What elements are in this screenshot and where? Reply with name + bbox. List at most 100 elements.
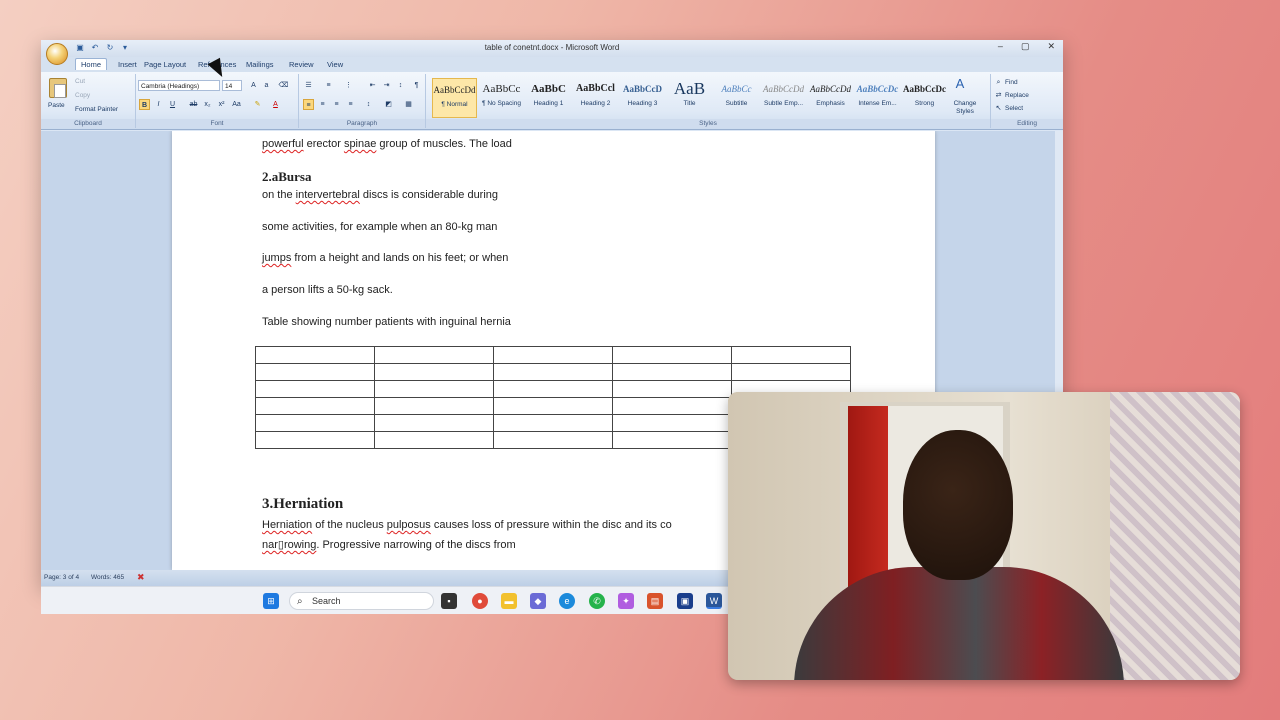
edge-icon[interactable]: e <box>559 593 575 609</box>
chrome-icon[interactable]: ● <box>472 593 488 609</box>
pdf-icon[interactable]: ▤ <box>647 593 663 609</box>
align-left-icon[interactable]: ≡ <box>303 99 314 110</box>
change-case-icon[interactable]: Aa <box>231 99 242 110</box>
table-cell[interactable] <box>612 414 732 432</box>
page-count[interactable]: Page: 3 of 4 <box>44 574 79 581</box>
justify-icon[interactable]: ≡ <box>345 99 356 110</box>
increase-indent-icon[interactable]: ⇥ <box>381 80 392 91</box>
font-size-select[interactable]: 14 <box>222 80 242 91</box>
store-icon[interactable]: ✦ <box>618 593 634 609</box>
tab-insert[interactable]: Insert <box>113 59 142 70</box>
table-cell[interactable] <box>255 346 375 364</box>
superscript-icon[interactable]: x² <box>216 99 227 110</box>
highlight-icon[interactable]: ✎ <box>252 99 263 110</box>
style-strong[interactable]: AaBbCcDc Strong <box>902 78 947 118</box>
table-cell[interactable] <box>493 363 613 381</box>
table-cell[interactable] <box>374 380 494 398</box>
numbering-icon[interactable]: ≡ <box>323 80 334 91</box>
table-cell[interactable] <box>731 346 851 364</box>
word-taskbar-icon[interactable]: W <box>706 593 722 609</box>
style-subtle-emphasis[interactable]: AaBbCcDd Subtle Emp... <box>761 78 806 118</box>
shading-icon[interactable]: ◩ <box>383 99 394 110</box>
table-cell[interactable] <box>255 397 375 415</box>
multilevel-list-icon[interactable]: ⋮ <box>343 80 354 91</box>
change-styles-icon[interactable]: A <box>951 77 969 90</box>
select-button[interactable]: Select <box>1005 105 1023 112</box>
paste-icon[interactable] <box>49 78 67 98</box>
sort-icon[interactable]: ↕ <box>395 80 406 91</box>
table-cell[interactable] <box>255 380 375 398</box>
tab-view[interactable]: View <box>322 59 348 70</box>
cut-button[interactable]: Cut <box>75 78 85 85</box>
task-view-icon[interactable]: ▪ <box>441 593 457 609</box>
table-cell[interactable] <box>493 346 613 364</box>
table-cell[interactable] <box>612 346 732 364</box>
table-cell[interactable] <box>374 431 494 449</box>
table-cell[interactable] <box>374 414 494 432</box>
minimize-button[interactable]: – <box>998 41 1003 52</box>
table-cell[interactable] <box>612 380 732 398</box>
bullets-icon[interactable]: ☰ <box>303 80 314 91</box>
office-button[interactable] <box>46 43 68 65</box>
copilot-icon[interactable]: ◆ <box>530 593 546 609</box>
show-formatting-icon[interactable]: ¶ <box>411 80 422 91</box>
decrease-indent-icon[interactable]: ⇤ <box>367 80 378 91</box>
copy-button[interactable]: Copy <box>75 92 90 99</box>
table-cell[interactable] <box>493 380 613 398</box>
table-cell[interactable] <box>493 414 613 432</box>
align-right-icon[interactable]: ≡ <box>331 99 342 110</box>
paste-button[interactable]: Paste <box>48 102 65 109</box>
change-styles-button[interactable]: Change Styles <box>948 100 982 116</box>
find-icon[interactable]: ⌕ <box>993 77 1004 88</box>
table-cell[interactable] <box>255 363 375 381</box>
windows-start-icon[interactable]: ⊞ <box>263 593 279 609</box>
style-emphasis[interactable]: AaBbCcDd Emphasis <box>808 78 853 118</box>
strikethrough-icon[interactable]: ab <box>188 99 199 110</box>
tab-page-layout[interactable]: Page Layout <box>139 59 191 70</box>
italic-icon[interactable]: I <box>153 99 164 110</box>
app-icon[interactable]: ▣ <box>677 593 693 609</box>
table-cell[interactable] <box>255 414 375 432</box>
table-cell[interactable] <box>612 431 732 449</box>
align-center-icon[interactable]: ≡ <box>317 99 328 110</box>
tab-mailings[interactable]: Mailings <box>241 59 279 70</box>
table-cell[interactable] <box>731 363 851 381</box>
underline-icon[interactable]: U <box>167 99 178 110</box>
table-cell[interactable] <box>374 397 494 415</box>
file-explorer-icon[interactable]: ▬ <box>501 593 517 609</box>
replace-button[interactable]: Replace <box>1005 92 1029 99</box>
style-no-spacing[interactable]: AaBbCc ¶ No Spacing <box>479 78 524 118</box>
shrink-font-icon[interactable]: a <box>261 80 272 91</box>
tab-review[interactable]: Review <box>284 59 319 70</box>
grow-font-icon[interactable]: A <box>248 80 259 91</box>
table-cell[interactable] <box>493 431 613 449</box>
style-heading-2[interactable]: AaBbCcl Heading 2 <box>573 78 618 118</box>
style-heading-3[interactable]: AaBbCcD Heading 3 <box>620 78 665 118</box>
find-button[interactable]: Find <box>1005 79 1018 86</box>
style-heading-1[interactable]: AaBbC Heading 1 <box>526 78 571 118</box>
select-icon[interactable]: ↖ <box>993 103 1004 114</box>
table-cell[interactable] <box>374 346 494 364</box>
replace-icon[interactable]: ⇄ <box>993 90 1004 101</box>
bold-icon[interactable]: B <box>139 99 150 110</box>
table-cell[interactable] <box>374 363 494 381</box>
borders-icon[interactable]: ▦ <box>403 99 414 110</box>
tab-home[interactable]: Home <box>75 58 108 70</box>
whatsapp-icon[interactable]: ✆ <box>589 593 605 609</box>
maximize-button[interactable]: ▢ <box>1021 41 1030 52</box>
word-count[interactable]: Words: 465 <box>91 574 124 581</box>
table-cell[interactable] <box>493 397 613 415</box>
style-subtitle[interactable]: AaBbCc Subtitle <box>714 78 759 118</box>
table-cell[interactable] <box>255 431 375 449</box>
close-button[interactable]: ✕ <box>1047 41 1055 52</box>
table-cell[interactable] <box>612 397 732 415</box>
taskbar-search[interactable]: ⌕ Search <box>289 592 434 610</box>
line-spacing-icon[interactable]: ↕ <box>363 99 374 110</box>
format-painter-button[interactable]: Format Painter <box>75 106 118 113</box>
style-intense-emphasis[interactable]: AaBbCcDc Intense Em... <box>855 78 900 118</box>
style-title[interactable]: AaB Title <box>667 78 712 118</box>
table-cell[interactable] <box>612 363 732 381</box>
clear-formatting-icon[interactable]: ⌫ <box>278 80 289 91</box>
font-family-select[interactable]: Cambria (Headings) <box>138 80 220 91</box>
font-color-icon[interactable]: A <box>270 99 281 110</box>
